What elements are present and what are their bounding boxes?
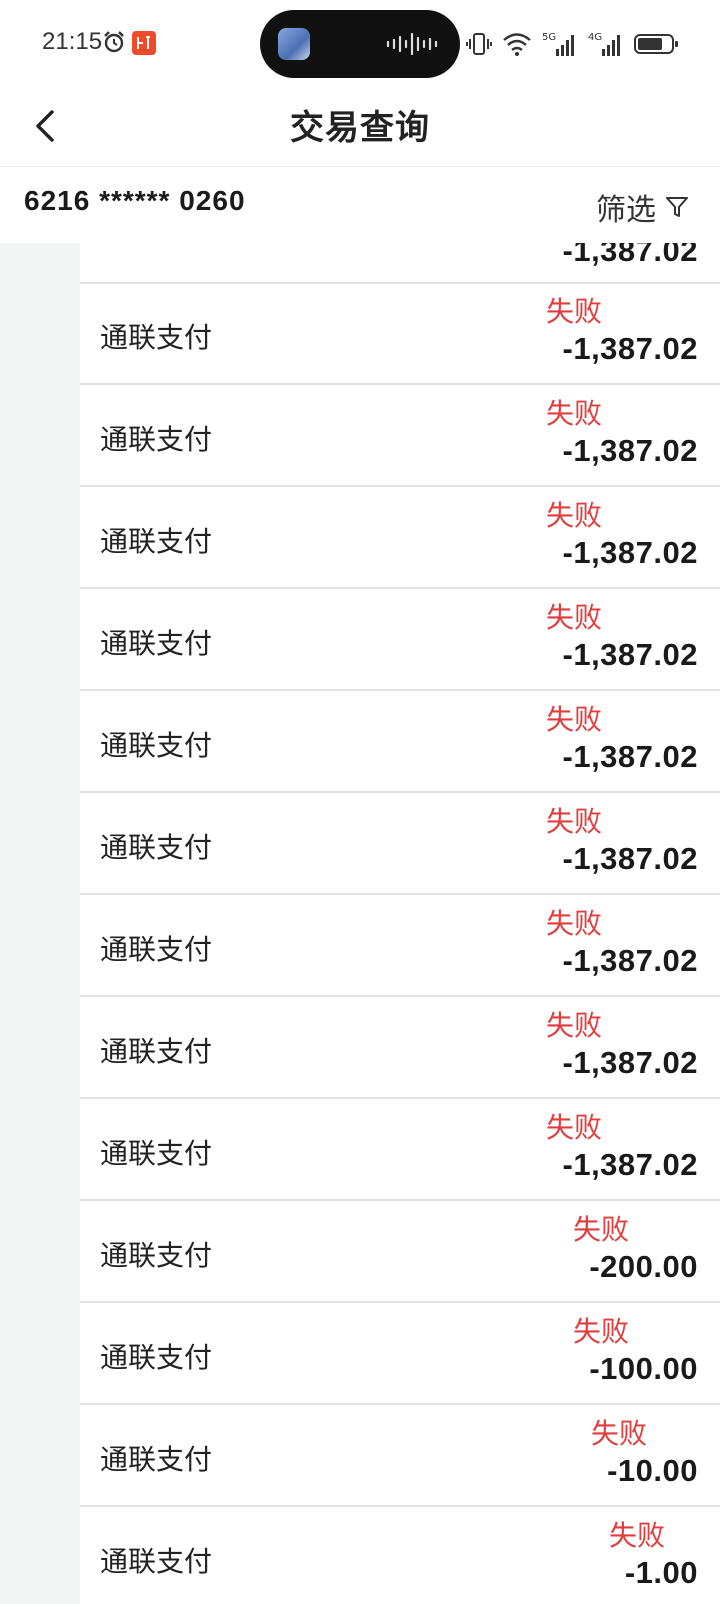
signal-5g-label: 5G [542,32,556,43]
page-title: 交易查询 [290,109,430,147]
transaction-amount: -1,387.02 [562,739,698,774]
status-icons: 5G 4G [466,28,680,60]
account-bar: 6216 ****** 0260 筛选 [0,167,720,243]
transaction-list[interactable]: -1,387.02 通联支付 失败 -1,387.02 通联支付 失败 -1,3… [80,243,720,1604]
list-item[interactable]: 通联支付 失败 -200.00 [80,1201,720,1303]
dynamic-island[interactable] [260,10,460,78]
transaction-amount: -1,387.02 [562,841,698,876]
transaction-amount: -100.00 [589,1351,698,1386]
list-item-partial[interactable]: -1,387.02 [80,243,720,284]
transaction-title: 通联支付 [100,1546,213,1577]
media-thumbnail [278,28,310,60]
transaction-title: 通联支付 [100,1138,213,1169]
list-item[interactable]: 通联支付 失败 -1,387.02 [80,589,720,691]
battery-icon [634,34,678,54]
transaction-amount: -1,387.02 [562,331,698,366]
transaction-status: 失败 [546,806,603,837]
side-strip [0,243,80,1604]
wifi-icon [503,33,531,56]
transaction-amount: -1,387.02 [562,943,698,978]
list-item[interactable]: 通联支付 失败 -10.00 [80,1405,720,1507]
transaction-amount: -10.00 [607,1453,698,1488]
audio-wave-icon [386,32,438,56]
transaction-status: 失败 [546,1010,603,1041]
transaction-amount: -1,387.02 [562,243,698,268]
transaction-status: 失败 [546,1112,603,1143]
transaction-amount: -1,387.02 [562,535,698,570]
transaction-status: 失败 [573,1214,630,1245]
list-item[interactable]: 通联支付 失败 -1.00 [80,1507,720,1604]
nav-header: 交易查询 [0,88,720,167]
transaction-amount: -200.00 [589,1249,698,1284]
transaction-status: 失败 [546,602,603,633]
transaction-title: 通联支付 [100,1444,213,1475]
transaction-title: 通联支付 [100,628,213,659]
list-item[interactable]: 通联支付 失败 -1,387.02 [80,895,720,997]
list-item[interactable]: 通联支付 失败 -1,387.02 [80,385,720,487]
filter-button[interactable]: 筛选 [596,185,690,229]
alarm-icon [104,31,124,53]
status-time: 21:15 [42,28,103,55]
transaction-amount: -1,387.02 [562,1147,698,1182]
list-item[interactable]: 通联支付 失败 -1,387.02 [80,997,720,1099]
transaction-status: 失败 [591,1418,648,1449]
transaction-amount: -1,387.02 [562,637,698,672]
card-number: 6216 ****** 0260 [24,185,246,216]
filter-label: 筛选 [596,194,656,227]
transaction-status: 失败 [546,500,603,531]
list-item[interactable]: 通联支付 失败 -1,387.02 [80,283,720,385]
status-bar: 21:15 5G 4G [0,0,720,88]
transaction-title: 通联支付 [100,526,213,557]
transaction-title: 通联支付 [100,934,213,965]
transaction-status: 失败 [609,1520,666,1551]
transaction-title: 通联支付 [100,1036,213,1067]
filter-icon [666,197,688,217]
transaction-status: 失败 [573,1316,630,1347]
signal-5g-icon: 5G [542,32,574,56]
transaction-amount: -1.00 [624,1555,698,1590]
transaction-title: 通联支付 [100,832,213,863]
transaction-title: 通联支付 [100,730,213,761]
list-item[interactable]: 通联支付 失败 -1,387.02 [80,793,720,895]
transaction-amount: -1,387.02 [562,1045,698,1080]
list-item[interactable]: 通联支付 失败 -1,387.02 [80,1099,720,1201]
transaction-status: 失败 [546,398,603,429]
signal-4g-label: 4G [588,32,602,43]
list-item[interactable]: 通联支付 失败 -1,387.02 [80,691,720,793]
transaction-title: 通联支付 [100,424,213,455]
app-notification-icon [132,31,156,55]
transaction-status: 失败 [546,908,603,939]
vibrate-icon [466,33,492,55]
transaction-status: 失败 [546,704,603,735]
transaction-status: 失败 [546,296,603,327]
transaction-amount: -1,387.02 [562,433,698,468]
signal-4g-icon: 4G [588,32,620,56]
transaction-title: 通联支付 [100,1342,213,1373]
transaction-title: 通联支付 [100,322,213,353]
list-item[interactable]: 通联支付 失败 -1,387.02 [80,487,720,589]
list-item[interactable]: 通联支付 失败 -100.00 [80,1303,720,1405]
transaction-title: 通联支付 [100,1240,213,1271]
